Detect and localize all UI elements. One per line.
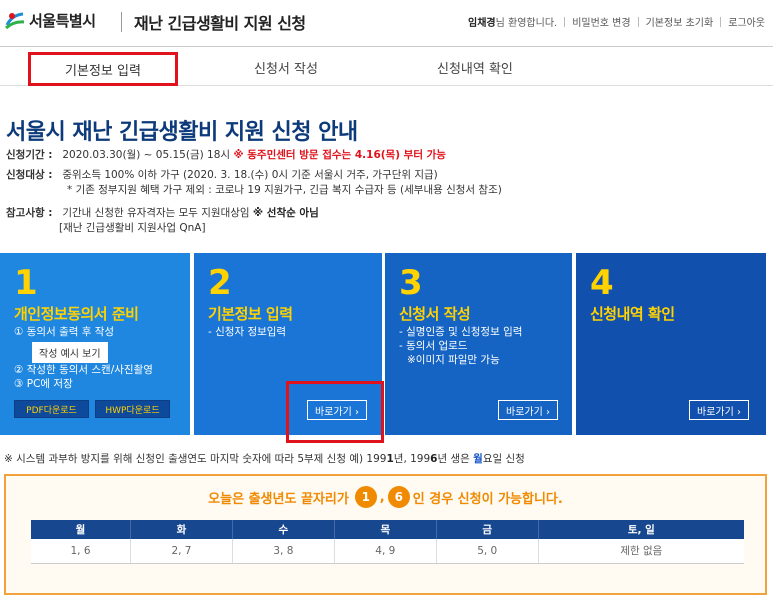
- step-card-3: 3 신청서 작성 - 실명인증 및 신청정보 입력 - 동의서 업로드 ※이미지…: [385, 253, 572, 435]
- service-title: 재난 긴급생활비 지원 신청: [134, 14, 306, 33]
- step-number: 1: [14, 263, 38, 303]
- tab-basic-info[interactable]: 기본정보 입력: [28, 52, 178, 86]
- divider: [564, 16, 566, 27]
- eligibility-comma: ,: [379, 489, 385, 505]
- site-header: 서울특별시 재난 긴급생활비 지원 신청 임채경 님 환영합니다. 비밀번호 변…: [0, 0, 773, 46]
- notice-text: 년 생은: [437, 453, 474, 465]
- user-name: 임채경: [468, 18, 496, 29]
- pdf-download-button[interactable]: PDF다운로드: [14, 400, 89, 418]
- reset-info-link[interactable]: 기본정보 초기화: [646, 14, 714, 29]
- period-note-tail: 부터 가능: [400, 149, 446, 161]
- notice-day: 월: [473, 453, 483, 465]
- table-header-row: 월 화 수 목 금 토, 일: [31, 520, 744, 539]
- table-cell: 제한 없음: [538, 539, 744, 564]
- reference-info: 참고사항 : 기간내 신청한 유자격자는 모두 지원대상임 ※ 선착순 아님 […: [6, 206, 319, 236]
- step-line: ② 작성한 동의서 스캔/사진촬영: [14, 364, 153, 376]
- column-header: 화: [130, 520, 233, 539]
- seoul-logo-icon: [4, 9, 26, 31]
- table-cell: 2, 7: [130, 539, 233, 564]
- target-label: 신청대상 :: [6, 169, 53, 181]
- step-number: 3: [399, 263, 423, 303]
- notice-text: ※ 시스템 과부하 방지를 위해 신청인 출생연도 마지막 숫자에 따라 5부제…: [4, 453, 387, 465]
- goto-history-button[interactable]: 바로가기 ›: [689, 400, 749, 420]
- table-cell: 1, 6: [31, 539, 131, 564]
- tab-application[interactable]: 신청서 작성: [254, 58, 318, 77]
- change-password-link[interactable]: 비밀번호 변경: [572, 14, 630, 29]
- column-header: 월: [31, 520, 131, 539]
- step-description: - 실명인증 및 신청정보 입력 - 동의서 업로드 ※이미지 파일만 가능: [399, 325, 522, 367]
- seoul-logo[interactable]: 서울특별시: [4, 9, 96, 31]
- period-note: ※ 동주민센터 방문 접수는: [233, 149, 355, 161]
- today-eligibility: 오늘은 출생년도 끝자리가 1 , 6 인 경우 신청이 가능합니다.: [6, 486, 765, 508]
- step-line: - 신청자 정보입력: [208, 326, 287, 338]
- column-header: 목: [334, 520, 437, 539]
- target-info: 신청대상 : 중위소득 100% 이하 가구 (2020. 3. 18.(수) …: [6, 168, 502, 198]
- step-title: 신청서 작성: [399, 305, 471, 323]
- step-title: 기본정보 입력: [208, 305, 293, 323]
- notice-digit: 1: [386, 453, 394, 465]
- highlight-box: [286, 381, 384, 443]
- table-cell: 4, 9: [334, 539, 437, 564]
- target-exclusion: * 기존 정부지원 혜택 가구 제외 : 코로나 19 지원가구, 긴급 복지 …: [67, 184, 502, 196]
- column-header: 수: [232, 520, 335, 539]
- eligible-digit-badge: 1: [354, 486, 377, 508]
- step-line: - 실명인증 및 신청정보 입력: [399, 326, 523, 338]
- column-header: 토, 일: [538, 520, 744, 539]
- user-utility-bar: 임채경 님 환영합니다. 비밀번호 변경 기본정보 초기화 로그아웃: [468, 14, 765, 29]
- logout-link[interactable]: 로그아웃: [728, 14, 765, 29]
- rotation-table: 월 화 수 목 금 토, 일 1, 6 2, 7 3, 8 4, 9 5, 0 …: [31, 520, 744, 564]
- step-description-2: ② 작성한 동의서 스캔/사진촬영 ③ PC에 저장: [14, 363, 153, 391]
- period-note-date: 4.16(목): [354, 149, 401, 161]
- target-line: 중위소득 100% 이하 가구 (2020. 3. 18.(수) 0시 기준 서…: [62, 169, 438, 181]
- tab-history[interactable]: 신청내역 확인: [437, 58, 513, 77]
- step-card-1: 1 개인정보동의서 준비 ① 동의서 출력 후 작성 작성 예시 보기 ② 작성…: [0, 253, 190, 435]
- example-view-button[interactable]: 작성 예시 보기: [32, 342, 108, 363]
- reference-label: 참고사항 :: [6, 207, 53, 219]
- step-number: 2: [208, 263, 232, 303]
- schedule-box: 오늘은 출생년도 끝자리가 1 , 6 인 경우 신청이 가능합니다. 월 화 …: [4, 474, 767, 595]
- first-come-note: ※ 선착순 아님: [252, 207, 319, 219]
- step-title: 개인정보동의서 준비: [14, 305, 139, 323]
- header-divider: [121, 12, 122, 32]
- column-header: 금: [436, 520, 539, 539]
- table-row: 1, 6 2, 7 3, 8 4, 9 5, 0 제한 없음: [31, 539, 744, 564]
- step-title: 신청내역 확인: [590, 305, 675, 323]
- logo-text: 서울특별시: [29, 11, 96, 30]
- divider: [637, 16, 639, 27]
- step-number: 4: [590, 263, 614, 303]
- table-cell: 3, 8: [232, 539, 335, 564]
- period-value: 2020.03.30(월) ~ 05.15(금) 18시: [62, 149, 231, 161]
- notice-text: 요일 신청: [482, 453, 525, 465]
- welcome-text: 님 환영합니다.: [495, 18, 558, 29]
- tab-label: 기본정보 입력: [65, 63, 141, 79]
- period-info: 신청기간 : 2020.03.30(월) ~ 05.15(금) 18시 ※ 동주…: [6, 148, 446, 163]
- eligibility-text: 오늘은 출생년도 끝자리가: [208, 491, 349, 507]
- step-line: ③ PC에 저장: [14, 378, 73, 390]
- eligible-digit-badge: 6: [387, 486, 410, 508]
- eligibility-text: 인 경우 신청이 가능합니다.: [412, 491, 563, 507]
- step-tabs: 기본정보 입력 신청서 작성 신청내역 확인: [0, 46, 773, 86]
- qna-link[interactable]: [재난 긴급생활비 지원사업 QnA]: [6, 221, 319, 236]
- table-cell: 5, 0: [436, 539, 539, 564]
- step-line: ※이미지 파일만 가능: [407, 354, 500, 366]
- step-card-4: 4 신청내역 확인 바로가기 ›: [576, 253, 766, 435]
- five-day-rotation-notice: ※ 시스템 과부하 방지를 위해 신청인 출생연도 마지막 숫자에 따라 5부제…: [4, 451, 525, 466]
- hwp-download-button[interactable]: HWP다운로드: [95, 400, 170, 418]
- period-label: 신청기간 :: [6, 149, 53, 161]
- step-description: ① 동의서 출력 후 작성: [14, 325, 114, 339]
- step-line: ① 동의서 출력 후 작성: [14, 326, 115, 338]
- goto-application-button[interactable]: 바로가기 ›: [498, 400, 558, 420]
- step-line: - 동의서 업로드: [399, 340, 468, 352]
- notice-text: 년, 199: [393, 453, 431, 465]
- page-title: 서울시 재난 긴급생활비 지원 신청 안내: [6, 120, 358, 145]
- step-description: - 신청자 정보입력: [208, 325, 286, 339]
- divider: [720, 16, 722, 27]
- reference-line: 기간내 신청한 유자격자는 모두 지원대상임: [62, 207, 253, 219]
